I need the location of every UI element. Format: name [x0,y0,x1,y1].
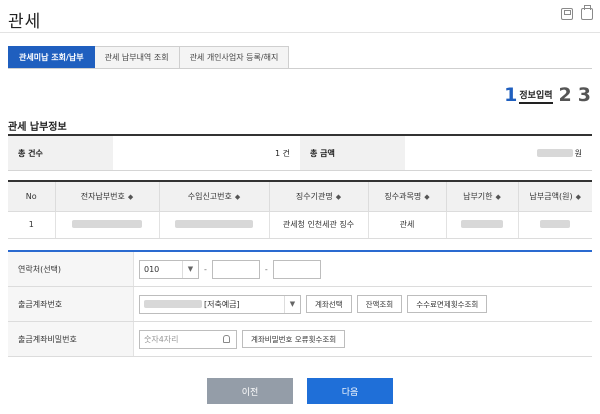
step-indicator: 1 정보입력 2 3 [504,84,591,106]
col-header-amount[interactable]: 납부금액(원) ◆ [518,182,592,212]
tab-business-registration[interactable]: 관세 개인사업자 등록/해지 [179,46,290,69]
chevron-down-icon: ▼ [284,295,300,313]
mouse-icon[interactable] [223,335,230,343]
step-2-number: 2 [558,84,572,106]
tab-unpaid-inquiry[interactable]: 관세미납 조회/납부 [8,46,95,69]
step-3-number: 3 [577,84,591,106]
col-header-no: No [8,182,56,212]
cell-masked [446,211,519,239]
sort-icon: ◆ [424,192,430,201]
balance-inquiry-button[interactable]: 잔액조회 [356,295,403,313]
phone-middle-input[interactable] [211,259,260,279]
next-button[interactable]: 다음 [307,378,393,404]
col-header-agency[interactable]: 징수기관명 ◆ [269,182,369,212]
page-title: 관세 [8,12,42,32]
password-label: 출금계좌비밀번호 [8,322,134,356]
total-amount-value: 원 [405,136,592,170]
phone-prefix-select[interactable]: 010 ▼ [139,259,199,279]
cell-masked [55,211,160,239]
save-icon[interactable] [561,8,573,20]
chevron-down-icon: ▼ [182,260,198,278]
cell-masked [518,211,592,239]
col-header-due-date[interactable]: 납부기한 ◆ [446,182,519,212]
password-error-count-button[interactable]: 계좌비밀번호 오류횟수조회 [242,330,346,348]
contact-label: 연락처(선택) [8,252,134,286]
phone-last-input[interactable] [272,259,321,279]
sort-icon: ◆ [575,192,581,201]
sort-icon: ◆ [234,192,241,201]
account-select[interactable]: [저축예금] ▼ [139,294,301,314]
payment-form: 연락처(선택) 010 ▼ - - 출금계좌번호 [저축예금] ▼ 계좌선택 잔… [8,250,592,357]
col-header-import-declaration-no[interactable]: 수입신고번호 ◆ [159,182,270,212]
action-buttons: 이전 다음 [0,378,600,404]
tabs-divider [8,68,592,69]
dash: - [204,264,207,274]
section-title: 관세 납부정보 [8,122,67,133]
tab-payment-history[interactable]: 관세 납부내역 조회 [94,46,180,69]
cell-masked [159,211,270,239]
step-1-label: 정보입력 [519,88,553,104]
summary-table: 총 건수 1 건 총 금액 원 [8,134,592,171]
masked-account [144,300,202,308]
top-icons [561,5,593,20]
step-1-number: 1 [504,84,518,106]
tab-bar: 관세미납 조회/납부 관세 납부내역 조회 관세 개인사업자 등록/해지 [8,46,290,69]
step-1: 1 정보입력 [504,84,553,106]
fee-exempt-inquiry-button[interactable]: 수수료면제횟수조회 [407,295,488,313]
password-placeholder: 숫자4자리 [144,334,179,344]
cell-agency: 관세청 인천세관 징수 [269,211,369,239]
print-icon[interactable] [581,5,593,20]
sort-icon: ◆ [335,192,342,201]
total-count-label: 총 건수 [8,136,113,170]
select-account-button[interactable]: 계좌선택 [306,295,352,313]
total-count-value: 1 건 [275,149,290,158]
account-row: 출금계좌번호 [저축예금] ▼ 계좌선택 잔액조회 수수료면제횟수조회 [8,287,592,322]
title-divider [0,32,600,33]
sort-icon: ◆ [127,192,134,201]
contact-row: 연락처(선택) 010 ▼ - - [8,252,592,287]
payment-table: No 전자납부번호 ◆ 수입신고번호 ◆ 징수기관명 ◆ 징수과목명 ◆ 납부기한 ◆ 납… [8,180,592,239]
masked-amount [536,149,573,157]
account-label: 출금계좌번호 [8,287,134,321]
cell-subject: 관세 [368,211,447,239]
col-header-electronic-payment-no[interactable]: 전자납부번호 ◆ [55,182,160,212]
password-row: 출금계좌비밀번호 숫자4자리 계좌비밀번호 오류횟수조회 [8,322,592,357]
total-amount-label: 총 금액 [300,136,405,170]
phone-prefix-value: 010 [144,264,160,274]
dash: - [264,264,268,274]
cell-no: 1 [8,211,56,239]
table-row[interactable]: 1 관세청 인천세관 징수 관세 [8,211,592,239]
password-input[interactable]: 숫자4자리 [139,329,237,349]
account-type: [저축예금] [204,299,240,309]
table-header-row: No 전자납부번호 ◆ 수입신고번호 ◆ 징수기관명 ◆ 징수과목명 ◆ 납부기한 ◆ 납… [8,182,592,212]
prev-button[interactable]: 이전 [207,378,293,404]
amount-unit: 원 [574,148,582,158]
sort-icon: ◆ [495,192,501,201]
col-header-subject[interactable]: 징수과목명 ◆ [368,182,447,212]
